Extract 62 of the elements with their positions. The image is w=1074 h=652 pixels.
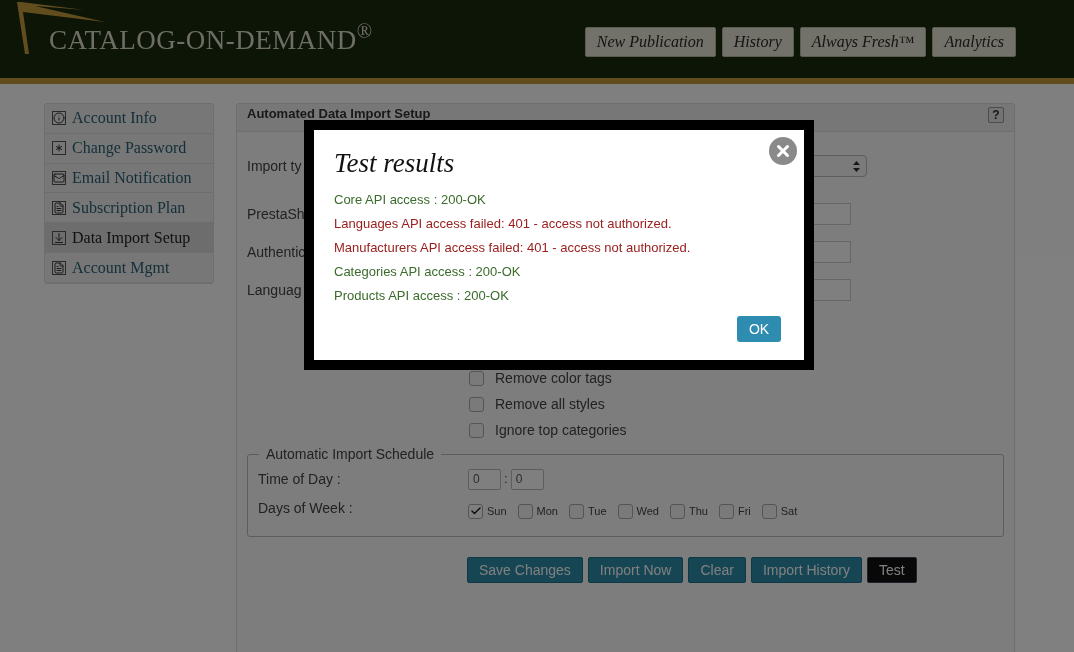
nav-button[interactable]: New Publication	[584, 27, 716, 57]
sidebar-item[interactable]: Change Password	[45, 133, 213, 164]
action-button[interactable]: Clear	[688, 557, 746, 583]
result-line: Products API access : 200-OK	[334, 287, 509, 305]
nav-button[interactable]: Always Fresh™	[799, 27, 927, 57]
field-label: Time of Day :	[258, 469, 342, 489]
asterisk-icon	[52, 141, 66, 156]
sidebar-item[interactable]: Data Import Setup	[45, 223, 213, 254]
field-label: Languag	[247, 282, 302, 298]
panel-title: Automated Data Import Setup	[247, 107, 431, 121]
checkbox[interactable]	[469, 396, 484, 412]
day-label: Sat	[780, 503, 798, 519]
result-line: Languages API access failed: 401 - access not authorized.	[334, 215, 672, 233]
envelope-icon	[52, 171, 66, 186]
close-icon	[774, 142, 792, 160]
action-button[interactable]: Test	[867, 557, 917, 583]
close-button[interactable]	[769, 137, 797, 165]
option-label: Ignore top categories	[495, 420, 627, 440]
minute-field[interactable]: 0	[510, 468, 544, 490]
sidebar-item[interactable]: Account Info	[45, 104, 213, 134]
checkbox[interactable]	[468, 503, 483, 519]
option-label: Remove color tags	[495, 368, 612, 388]
dialog-title: Test results	[334, 147, 456, 180]
hour-field[interactable]: 0	[468, 468, 501, 490]
checkbox[interactable]	[517, 503, 533, 519]
checkbox[interactable]	[469, 370, 484, 386]
day-label: Fri	[737, 503, 751, 519]
sidebar-item[interactable]: Email Notification	[45, 163, 213, 194]
day-label: Sun	[487, 503, 507, 519]
document-icon	[52, 260, 66, 275]
action-button[interactable]: Import Now	[587, 557, 684, 583]
document-icon	[52, 200, 66, 215]
sidebar-item[interactable]: Account Mgmt	[45, 253, 213, 283]
result-line: Core API access : 200-OK	[334, 191, 486, 209]
field-label: Authentic	[247, 244, 306, 260]
result-line: Categories API access : 200-OK	[334, 263, 521, 281]
checkbox[interactable]	[569, 503, 584, 519]
checkbox[interactable]	[469, 422, 484, 438]
checkbox[interactable]	[718, 503, 734, 519]
checkbox[interactable]	[617, 503, 633, 519]
ok-button[interactable]: OK	[737, 316, 781, 342]
day-label: Thu	[688, 503, 708, 519]
logo-text: CATALOG-ON-DEMAND$^{®}$	[49, 19, 373, 57]
field-label: Days of Week :	[258, 498, 354, 518]
action-button[interactable]: Import History	[750, 557, 862, 583]
nav-button[interactable]: Analytics	[932, 27, 1016, 57]
day-label: Tue	[588, 503, 607, 519]
day-label: Mon	[536, 503, 558, 519]
updown-icon	[853, 160, 860, 172]
action-button[interactable]: Save Changes	[467, 557, 583, 583]
nav-button[interactable]: History	[721, 27, 794, 57]
field-label: Import ty	[247, 158, 302, 174]
option-label: Remove all styles	[495, 394, 605, 414]
day-label: Wed	[636, 503, 659, 519]
field-label: PrestaSh	[247, 206, 305, 222]
checkbox[interactable]	[761, 503, 777, 519]
time-separator: :	[503, 470, 509, 489]
checkbox[interactable]	[669, 503, 685, 519]
schedule-legend: Automatic Import Schedule	[259, 444, 442, 465]
result-line: Manufacturers API access failed: 401 - access not authorized.	[334, 239, 691, 257]
help-icon[interactable]: ?	[988, 107, 1004, 123]
info-icon	[52, 111, 66, 126]
